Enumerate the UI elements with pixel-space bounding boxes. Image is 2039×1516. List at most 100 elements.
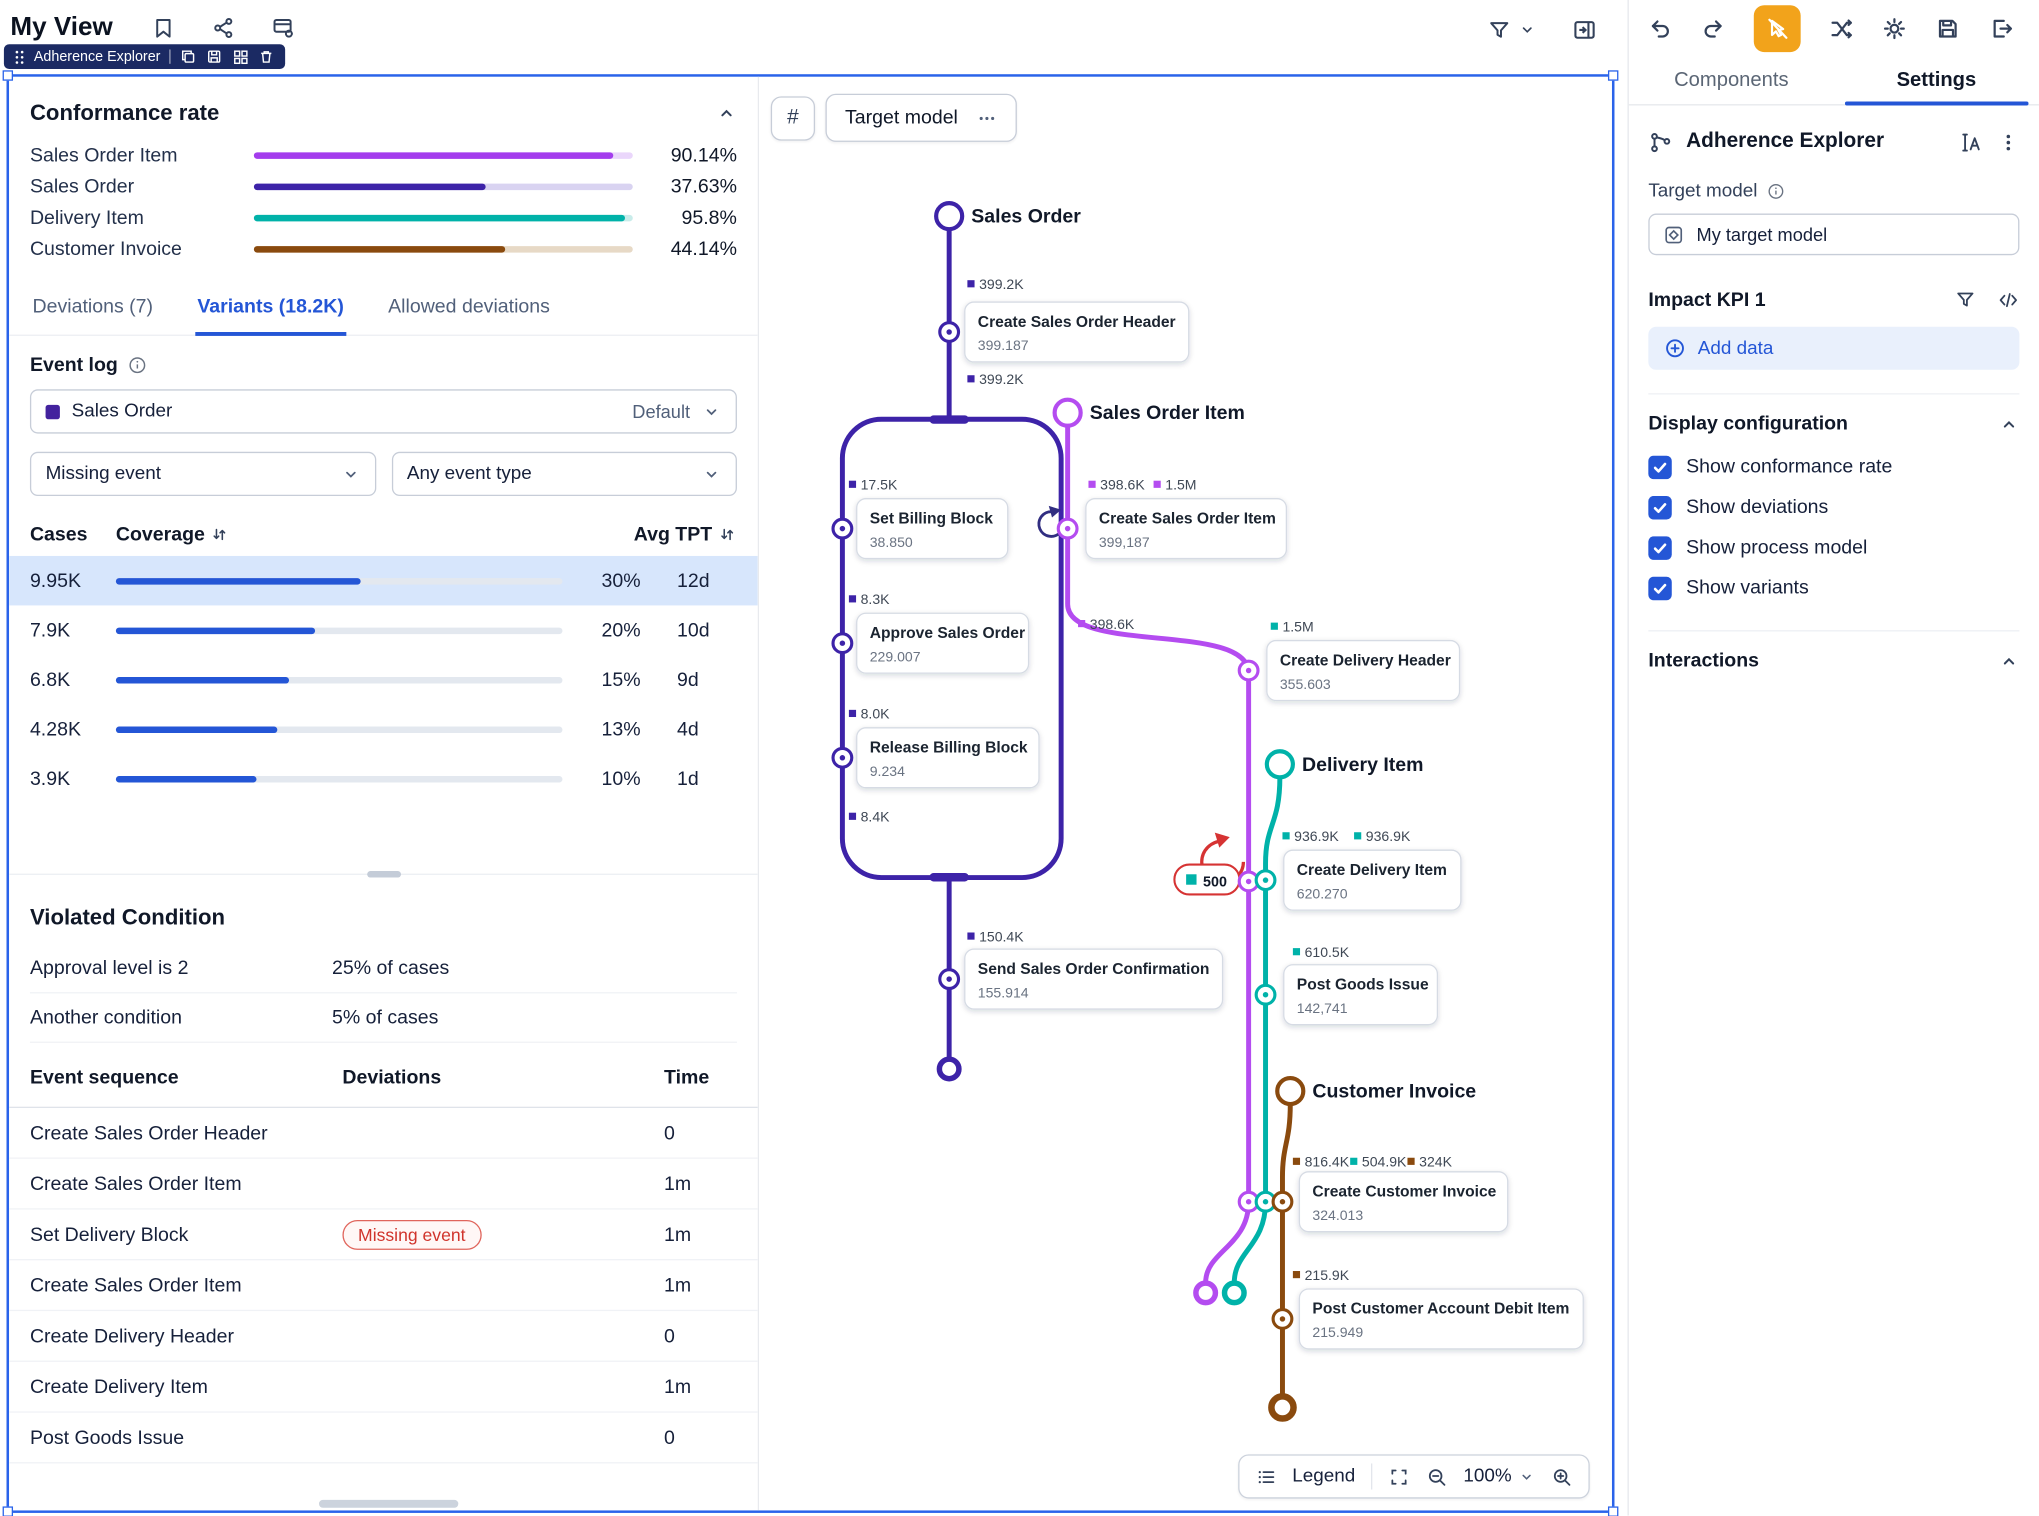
- event-name: Create Sales Order Item: [30, 1274, 342, 1296]
- start-node-sales-order-item[interactable]: [1055, 400, 1081, 426]
- horizontal-scrollbar[interactable]: [319, 1500, 458, 1508]
- target-model-input[interactable]: My target model: [1648, 214, 2019, 256]
- tab-deviations-7[interactable]: Deviations (7): [30, 283, 156, 335]
- toggle-panel-button[interactable]: [1568, 13, 1602, 47]
- sort-icon[interactable]: [717, 524, 737, 544]
- exit-icon[interactable]: [1988, 16, 2014, 42]
- start-node-customer-invoice[interactable]: [1277, 1078, 1303, 1104]
- activity-create-customer-invoice[interactable]: Create Customer Invoice 324.013: [1299, 1172, 1507, 1232]
- display-option-show-deviations[interactable]: Show deviations: [1648, 488, 2019, 526]
- filter-icon: [1487, 18, 1512, 43]
- process-model[interactable]: 500 399.2K 399.2K 17.5K 8.3K 8.0K 8.4K 1…: [766, 77, 1612, 1511]
- activity-post-customer-account-debit-item[interactable]: Post Customer Account Debit Item 215.949: [1299, 1289, 1583, 1349]
- drag-handle-icon[interactable]: [14, 49, 24, 65]
- event-type-select[interactable]: Any event type: [391, 452, 737, 496]
- edge-customer-invoice: [1282, 1104, 1290, 1397]
- check-icon: [1652, 580, 1668, 596]
- activity-create-sales-order-header[interactable]: Create Sales Order Header 399.187: [965, 302, 1189, 362]
- duplicate-icon[interactable]: [180, 48, 197, 65]
- activity-create-delivery-item[interactable]: Create Delivery Item 620.270: [1284, 850, 1461, 910]
- svg-text:142,741: 142,741: [1297, 1000, 1348, 1016]
- display-option-show-variants[interactable]: Show variants: [1648, 569, 2019, 607]
- selection-badge[interactable]: Adherence Explorer: [4, 44, 286, 69]
- svg-text:399,187: 399,187: [1099, 534, 1150, 550]
- code-icon[interactable]: [1997, 289, 2019, 311]
- activity-create-sales-order-item[interactable]: Create Sales Order Item 399,187: [1086, 499, 1287, 559]
- display-option-label: Show deviations: [1686, 496, 1828, 518]
- panel-resize-divider[interactable]: [9, 874, 758, 890]
- activity-post-goods-issue[interactable]: Post Goods Issue 142,741: [1284, 965, 1438, 1025]
- gear-icon[interactable]: [1881, 16, 1907, 42]
- bookmark-button[interactable]: [147, 10, 181, 44]
- event-sequence-row: Create Delivery Item1m: [9, 1362, 758, 1413]
- resize-handle-top-left[interactable]: [3, 70, 13, 80]
- adherence-explorer-component[interactable]: Adherence Explorer Conformance rate Sale…: [7, 74, 1615, 1513]
- redo-icon[interactable]: [1700, 16, 1726, 42]
- display-option-show-conformance-rate[interactable]: Show conformance rate: [1648, 448, 2019, 486]
- checkbox-checked[interactable]: [1648, 536, 1671, 559]
- display-option-show-process-model[interactable]: Show process model: [1648, 529, 2019, 567]
- display-options-list: Show conformance rate Show deviations Show…: [1648, 448, 2019, 607]
- pointer-mode-button[interactable]: [1754, 5, 1801, 52]
- end-node-sales-order-item: [1196, 1283, 1216, 1303]
- variant-row[interactable]: 7.9K20%10d: [9, 605, 758, 654]
- svg-text:8.3K: 8.3K: [861, 591, 891, 607]
- variant-row[interactable]: 9.95K30%12d: [9, 556, 758, 605]
- model-icon: [1663, 223, 1685, 245]
- violated-condition-row: Approval level is 225% of cases: [30, 944, 737, 993]
- collapse-chevron-icon[interactable]: [1999, 650, 2020, 671]
- variant-row[interactable]: 6.8K15%9d: [9, 655, 758, 704]
- filter-button[interactable]: [1487, 18, 1536, 43]
- checkbox-checked[interactable]: [1648, 455, 1671, 478]
- tab-allowed-deviations[interactable]: Allowed deviations: [386, 283, 553, 335]
- compare-icon[interactable]: [1828, 16, 1854, 42]
- panel-tab-settings[interactable]: Settings: [1834, 57, 2039, 104]
- variants-table-header: Cases Coverage Avg TPT: [9, 512, 758, 556]
- rework-loop-indicator[interactable]: 500: [1174, 833, 1243, 895]
- undo-icon[interactable]: [1647, 16, 1673, 42]
- kpi-filter-icon[interactable]: [1954, 289, 1976, 311]
- checkbox-checked[interactable]: [1648, 495, 1671, 518]
- variant-row[interactable]: 3.9K10%1d: [9, 754, 758, 803]
- checkbox-checked[interactable]: [1648, 576, 1671, 599]
- svg-text:355.603: 355.603: [1280, 676, 1331, 692]
- resize-handle-bottom-left[interactable]: [3, 1506, 13, 1516]
- collapse-chevron-icon[interactable]: [1999, 413, 2020, 434]
- drag-pill[interactable]: [367, 871, 401, 878]
- widget-icon[interactable]: [232, 48, 249, 65]
- collapse-chevron-icon[interactable]: [716, 103, 737, 124]
- panel-tab-components[interactable]: Components: [1629, 57, 1834, 104]
- save-view-icon[interactable]: [206, 48, 223, 65]
- activity-approve-sales-order[interactable]: Approve Sales Order 229.007: [857, 613, 1029, 673]
- zoom-out-icon[interactable]: [1426, 1465, 1448, 1487]
- svg-text:399.187: 399.187: [978, 337, 1029, 353]
- resize-handle-bottom-right[interactable]: [1608, 1506, 1618, 1516]
- event-sequence-row: Create Sales Order Header0: [9, 1108, 758, 1159]
- sort-icon[interactable]: [210, 524, 230, 544]
- event-log-select[interactable]: Sales Order Default: [30, 389, 737, 433]
- end-node-delivery-item: [1225, 1283, 1245, 1303]
- resize-handle-top-right[interactable]: [1608, 70, 1618, 80]
- start-node-sales-order[interactable]: [936, 203, 962, 229]
- svg-text:8.0K: 8.0K: [861, 706, 891, 722]
- view-settings-button[interactable]: [266, 10, 300, 44]
- rename-icon[interactable]: [1960, 130, 1985, 155]
- share-button[interactable]: [206, 10, 240, 44]
- zoom-level-select[interactable]: 100%: [1463, 1466, 1535, 1487]
- legend-button[interactable]: Legend: [1292, 1466, 1355, 1487]
- start-node-delivery-item[interactable]: [1267, 751, 1293, 777]
- activity-create-delivery-header[interactable]: Create Delivery Header 355.603: [1267, 641, 1460, 701]
- svg-text:324K: 324K: [1419, 1154, 1452, 1170]
- zoom-in-icon[interactable]: [1551, 1465, 1573, 1487]
- save-icon[interactable]: [1935, 16, 1961, 42]
- deviation-type-select[interactable]: Missing event: [30, 452, 376, 496]
- kebab-menu-icon[interactable]: [1997, 131, 2019, 153]
- tab-variants-18-2k[interactable]: Variants (18.2K): [195, 283, 347, 336]
- activity-send-sales-order-confirmation[interactable]: Send Sales Order Confirmation 155.914: [965, 949, 1223, 1009]
- add-data-button[interactable]: Add data: [1648, 327, 2019, 370]
- delete-icon[interactable]: [258, 48, 275, 65]
- variant-row[interactable]: 4.28K13%4d: [9, 704, 758, 753]
- activity-set-billing-block[interactable]: Set Billing Block 38.850: [857, 499, 1008, 559]
- activity-release-billing-block[interactable]: Release Billing Block 9.234: [857, 728, 1039, 788]
- fit-screen-icon[interactable]: [1388, 1465, 1410, 1487]
